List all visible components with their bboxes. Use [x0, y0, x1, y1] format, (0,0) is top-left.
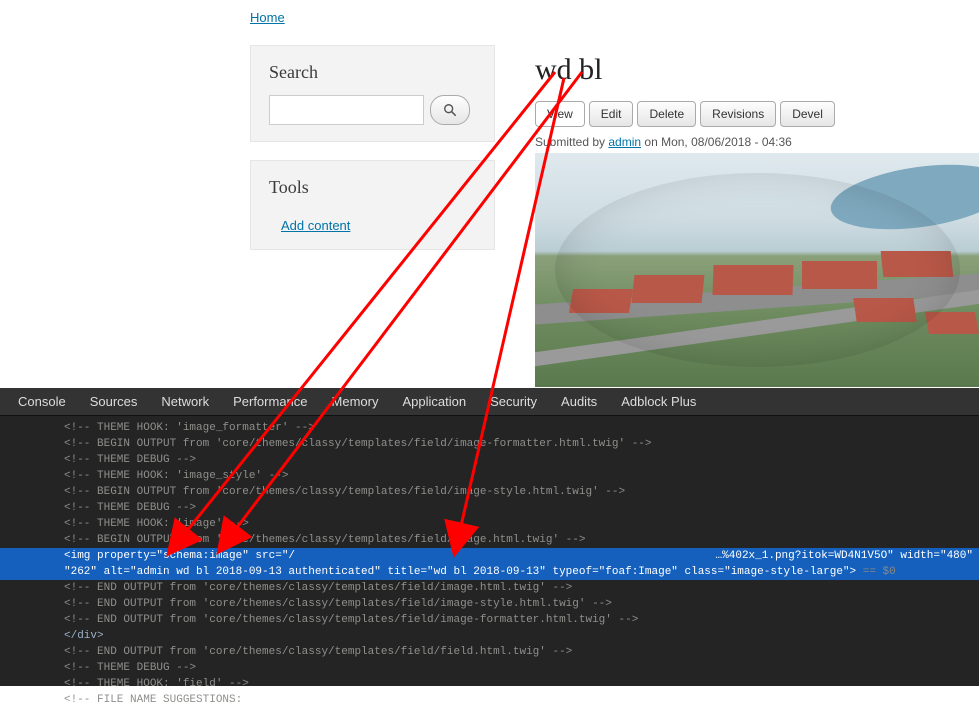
- dt-img-cont: "262" alt="admin wd bl 2018-09-13 authen…: [64, 566, 856, 578]
- dt-line: <!-- THEME HOOK: 'field' -->: [64, 678, 249, 690]
- tab-view[interactable]: View: [535, 101, 585, 127]
- dt-line: <!-- BEGIN OUTPUT from 'core/themes/clas…: [64, 534, 586, 546]
- tab-devel[interactable]: Devel: [780, 101, 835, 127]
- dt-line: <!-- END OUTPUT from 'core/themes/classy…: [64, 614, 638, 626]
- dt-line: <!-- END OUTPUT from 'core/themes/classy…: [64, 598, 612, 610]
- dt-line: <!-- THEME DEBUG -->: [64, 662, 196, 674]
- tabs: View Edit Delete Revisions Devel: [535, 101, 979, 127]
- breadcrumb: Home: [250, 10, 285, 25]
- search-row: [269, 95, 476, 125]
- dt-line: <!-- THEME DEBUG -->: [64, 454, 196, 466]
- dt-selected-line[interactable]: <img property="schema:image" src="/ …%402…: [0, 548, 979, 580]
- search-icon: [443, 103, 457, 117]
- submitted-prefix: Submitted by: [535, 135, 608, 149]
- breadcrumb-home-link[interactable]: Home: [250, 10, 285, 25]
- devtools-tab-audits[interactable]: Audits: [561, 394, 597, 409]
- dt-line: <!-- FILE NAME SUGGESTIONS:: [64, 694, 242, 706]
- submitted-info: Submitted by admin on Mon, 08/06/2018 - …: [535, 135, 979, 149]
- devtools-tab-application[interactable]: Application: [402, 394, 466, 409]
- submitted-suffix: on Mon, 08/06/2018 - 04:36: [641, 135, 792, 149]
- submitted-user-link[interactable]: admin: [608, 135, 641, 149]
- dt-line: <!-- THEME HOOK: 'image' -->: [64, 518, 249, 530]
- devtools-tabs: Console Sources Network Performance Memo…: [0, 388, 979, 416]
- devtools-elements-body[interactable]: <!-- THEME HOOK: 'image_formatter' --> <…: [0, 416, 979, 708]
- devtools-tab-performance[interactable]: Performance: [233, 394, 307, 409]
- page-title: wd bl: [535, 53, 979, 87]
- dt-line: <!-- THEME HOOK: 'image_style' -->: [64, 470, 288, 482]
- devtools-tab-sources[interactable]: Sources: [90, 394, 138, 409]
- dt-line: <!-- BEGIN OUTPUT from 'core/themes/clas…: [64, 438, 652, 450]
- dt-line: <!-- BEGIN OUTPUT from 'core/themes/clas…: [64, 486, 625, 498]
- add-content-link[interactable]: Add content: [269, 218, 350, 233]
- content-row: Search Tools Add content wd bl View Edit…: [0, 45, 979, 387]
- dt-line: <!-- END OUTPUT from 'core/themes/classy…: [64, 582, 572, 594]
- dt-shadow-eq: == $0: [856, 566, 896, 578]
- search-button[interactable]: [430, 95, 470, 125]
- sidebar: Search Tools Add content: [250, 45, 495, 387]
- dt-img-open: <img property="schema:image" src="/: [64, 550, 295, 562]
- devtools-tab-adblock[interactable]: Adblock Plus: [621, 394, 696, 409]
- main: wd bl View Edit Delete Revisions Devel S…: [535, 45, 979, 387]
- dt-line: <!-- THEME DEBUG -->: [64, 502, 196, 514]
- dt-img-url-tail: …%402x_1.png?itok=WD4N1V5O" width="480": [716, 548, 979, 564]
- search-block: Search: [250, 45, 495, 142]
- search-input[interactable]: [269, 95, 424, 125]
- devtools-tab-network[interactable]: Network: [161, 394, 209, 409]
- tools-block: Tools Add content: [250, 160, 495, 250]
- devtools-tab-memory[interactable]: Memory: [332, 394, 379, 409]
- content-image: [535, 153, 979, 387]
- devtools-tab-console[interactable]: Console: [18, 394, 66, 409]
- devtools-tab-security[interactable]: Security: [490, 394, 537, 409]
- tab-edit[interactable]: Edit: [589, 101, 634, 127]
- tab-revisions[interactable]: Revisions: [700, 101, 776, 127]
- dt-line: <!-- THEME HOOK: 'image_formatter' -->: [64, 422, 315, 434]
- tab-delete[interactable]: Delete: [637, 101, 696, 127]
- devtools-panel: Console Sources Network Performance Memo…: [0, 388, 979, 686]
- breadcrumb-bar: Home: [0, 0, 979, 25]
- dt-closediv: </div>: [64, 630, 104, 642]
- dt-line: <!-- END OUTPUT from 'core/themes/classy…: [64, 646, 572, 658]
- tools-title: Tools: [269, 177, 476, 198]
- search-title: Search: [269, 62, 476, 83]
